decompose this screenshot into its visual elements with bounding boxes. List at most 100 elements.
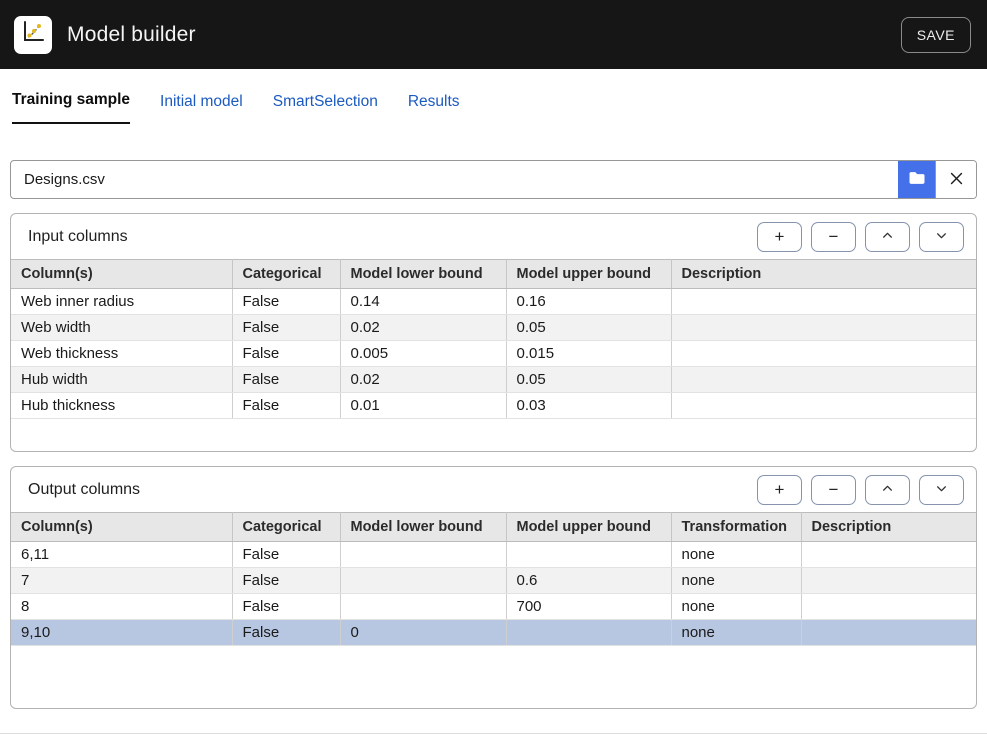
table-cell[interactable]: none <box>671 542 801 568</box>
table-cell[interactable]: False <box>232 568 340 594</box>
table-cell[interactable]: 0.6 <box>506 568 671 594</box>
table-cell[interactable]: Hub thickness <box>11 393 232 419</box>
panel-title: Input columns <box>28 228 128 246</box>
table-row[interactable]: Hub thicknessFalse0.010.03 <box>11 393 976 419</box>
table-cell[interactable]: False <box>232 542 340 568</box>
input-columns-toolbar: + − <box>757 222 964 252</box>
table-cell[interactable]: none <box>671 568 801 594</box>
browse-file-button[interactable] <box>898 161 935 198</box>
table-cell[interactable]: 0.01 <box>340 393 506 419</box>
output-columns-table-wrap: Column(s)CategoricalModel lower boundMod… <box>11 512 976 708</box>
table-cell[interactable]: 0.16 <box>506 289 671 315</box>
table-cell[interactable] <box>801 542 976 568</box>
clear-file-button[interactable] <box>936 161 976 198</box>
training-file-input[interactable] <box>11 161 898 198</box>
chevron-up-icon <box>881 228 894 245</box>
table-cell[interactable] <box>801 594 976 620</box>
input-columns-panel: Input columns + − Column(s)CategoricalMo… <box>10 213 977 452</box>
table-cell[interactable] <box>506 542 671 568</box>
move-row-down-button[interactable] <box>919 222 964 252</box>
table-cell[interactable] <box>671 367 976 393</box>
table-cell[interactable] <box>671 393 976 419</box>
table-cell[interactable]: Hub width <box>11 367 232 393</box>
table-cell[interactable] <box>340 568 506 594</box>
table-cell[interactable]: 0.015 <box>506 341 671 367</box>
table-cell[interactable] <box>801 568 976 594</box>
table-cell[interactable]: 0.05 <box>506 367 671 393</box>
table-row[interactable]: Web thicknessFalse0.0050.015 <box>11 341 976 367</box>
table-cell[interactable]: 700 <box>506 594 671 620</box>
table-cell[interactable]: False <box>232 594 340 620</box>
move-row-up-button[interactable] <box>865 475 910 505</box>
divider <box>0 733 987 734</box>
table-cell[interactable]: none <box>671 620 801 646</box>
table-cell[interactable] <box>340 594 506 620</box>
table-cell[interactable]: 0 <box>340 620 506 646</box>
table-row[interactable]: 6,11False none <box>11 542 976 568</box>
chevron-down-icon <box>935 228 948 245</box>
table-cell[interactable]: False <box>232 341 340 367</box>
table-cell[interactable]: 0.03 <box>506 393 671 419</box>
column-header: Model lower bound <box>340 513 506 542</box>
table-row[interactable]: Web inner radiusFalse0.140.16 <box>11 289 976 315</box>
input-columns-table: Column(s)CategoricalModel lower boundMod… <box>11 259 976 419</box>
save-button[interactable]: SAVE <box>901 17 971 53</box>
app-logo <box>14 16 52 54</box>
table-cell[interactable]: 6,11 <box>11 542 232 568</box>
table-cell[interactable]: 0.02 <box>340 315 506 341</box>
table-cell[interactable]: 0.14 <box>340 289 506 315</box>
remove-row-button[interactable]: − <box>811 222 856 252</box>
column-header: Model lower bound <box>340 260 506 289</box>
input-columns-table-wrap: Column(s)CategoricalModel lower boundMod… <box>11 259 976 451</box>
add-row-button[interactable]: + <box>757 475 802 505</box>
table-cell[interactable]: Web thickness <box>11 341 232 367</box>
table-cell[interactable]: none <box>671 594 801 620</box>
table-cell[interactable] <box>671 341 976 367</box>
main-content: Input columns + − Column(s)CategoricalMo… <box>0 160 987 709</box>
table-cell[interactable]: False <box>232 315 340 341</box>
tab-bar: Training sample Initial model SmartSelec… <box>0 69 987 124</box>
table-cell[interactable] <box>671 289 976 315</box>
column-header: Categorical <box>232 513 340 542</box>
table-cell[interactable] <box>671 315 976 341</box>
table-cell[interactable]: 9,10 <box>11 620 232 646</box>
table-cell[interactable]: False <box>232 367 340 393</box>
column-header: Model upper bound <box>506 513 671 542</box>
table-cell[interactable]: 0.05 <box>506 315 671 341</box>
table-cell[interactable]: False <box>232 289 340 315</box>
table-cell[interactable] <box>340 542 506 568</box>
tab-initial-model[interactable]: Initial model <box>160 93 243 124</box>
page-title: Model builder <box>67 23 196 47</box>
column-header: Model upper bound <box>506 260 671 289</box>
table-cell[interactable]: 0.02 <box>340 367 506 393</box>
tab-smartselection[interactable]: SmartSelection <box>273 93 378 124</box>
table-cell[interactable]: False <box>232 393 340 419</box>
table-row[interactable]: Web widthFalse0.020.05 <box>11 315 976 341</box>
close-icon <box>948 170 965 190</box>
table-cell[interactable]: 8 <box>11 594 232 620</box>
table-cell[interactable]: 0.005 <box>340 341 506 367</box>
table-row[interactable]: 8False 700none <box>11 594 976 620</box>
table-cell[interactable]: False <box>232 620 340 646</box>
table-cell[interactable] <box>506 620 671 646</box>
tab-results[interactable]: Results <box>408 93 460 124</box>
chevron-up-icon <box>881 481 894 498</box>
table-cell[interactable]: 7 <box>11 568 232 594</box>
table-cell[interactable]: Web inner radius <box>11 289 232 315</box>
chevron-down-icon <box>935 481 948 498</box>
tab-training-sample[interactable]: Training sample <box>12 91 130 124</box>
remove-row-button[interactable]: − <box>811 475 856 505</box>
add-row-button[interactable]: + <box>757 222 802 252</box>
output-columns-panel-header: Output columns + − <box>11 467 976 512</box>
table-cell[interactable] <box>801 620 976 646</box>
table-cell[interactable]: Web width <box>11 315 232 341</box>
table-row[interactable]: 9,10False0 none <box>11 620 976 646</box>
table-row[interactable]: Hub widthFalse0.020.05 <box>11 367 976 393</box>
chart-logo-icon <box>20 19 46 50</box>
table-header-row: Column(s)CategoricalModel lower boundMod… <box>11 260 976 289</box>
column-header: Transformation <box>671 513 801 542</box>
input-columns-panel-header: Input columns + − <box>11 214 976 259</box>
move-row-down-button[interactable] <box>919 475 964 505</box>
table-row[interactable]: 7False 0.6none <box>11 568 976 594</box>
move-row-up-button[interactable] <box>865 222 910 252</box>
